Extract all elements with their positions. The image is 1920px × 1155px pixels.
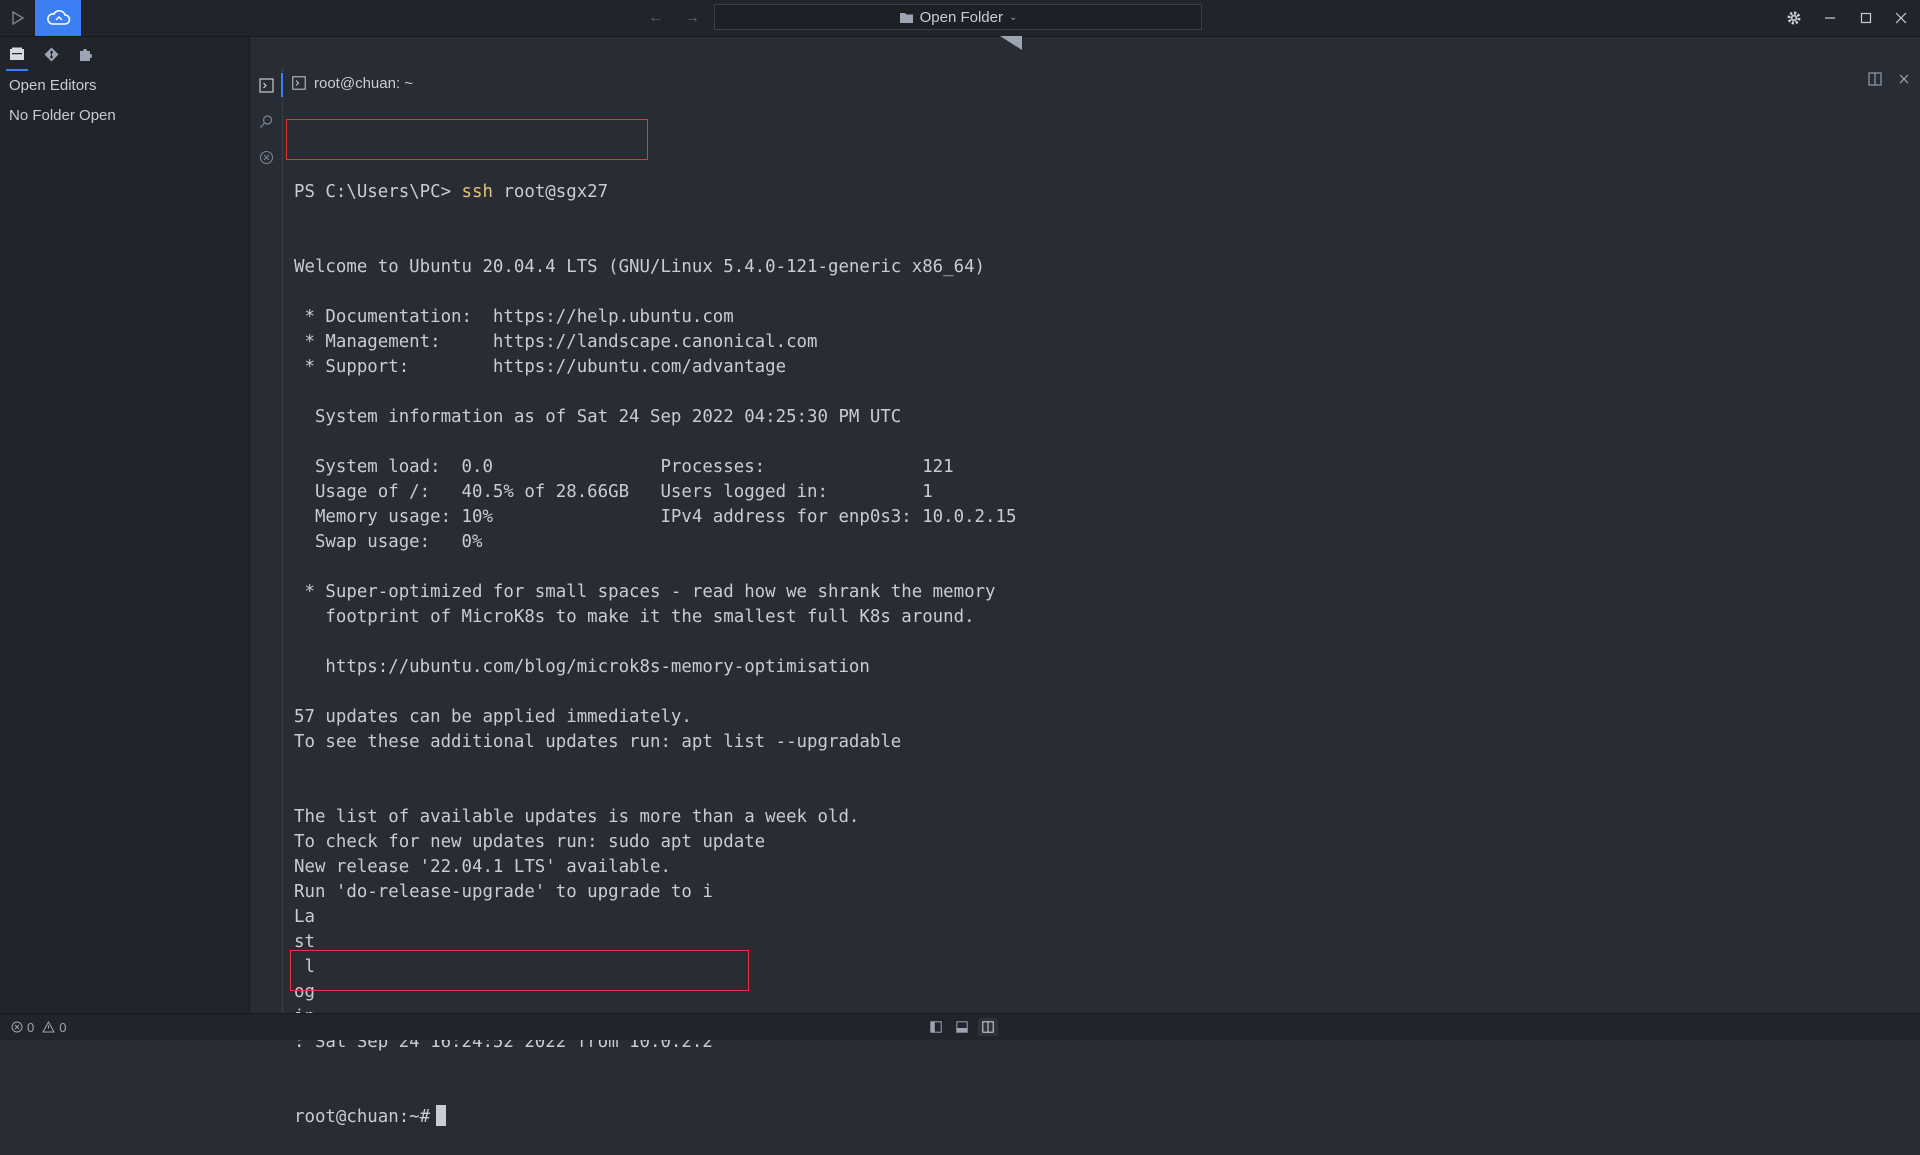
warning-count: 0: [59, 1019, 67, 1035]
sidebar-tabs: [0, 37, 249, 71]
terminal-line: The list of available updates is more th…: [294, 807, 860, 827]
run-button[interactable]: [0, 0, 35, 36]
minimize-button[interactable]: [1818, 6, 1842, 30]
toggle-panel-button[interactable]: [952, 1018, 972, 1036]
problems-indicator[interactable]: 0 0: [0, 1020, 66, 1035]
terminal-icon: [258, 77, 274, 93]
terminal-line: * Support: https://ubuntu.com/advantage: [294, 357, 787, 377]
minimize-icon: [1825, 17, 1835, 19]
tab-extensions[interactable]: [74, 43, 96, 65]
settings-button[interactable]: [1782, 6, 1806, 30]
sidebar-item-no-folder-open[interactable]: No Folder Open: [0, 101, 249, 131]
warning-icon: [42, 1021, 56, 1033]
close-icon: [1899, 74, 1909, 84]
terminal-lines: Welcome to Ubuntu 20.04.4 LTS (GNU/Linux…: [294, 255, 1894, 1055]
terminal-line: * Documentation: https://help.ubuntu.com: [294, 307, 734, 327]
strip-search-button[interactable]: [250, 103, 282, 139]
terminal-cursor: [436, 1105, 447, 1126]
ps-prompt: PS C:\Users\PC>: [294, 182, 462, 202]
terminal-line: 57 updates can be applied immediately.: [294, 707, 692, 727]
panel-strip: [250, 67, 283, 1013]
open-folder-label: Open Folder: [919, 8, 1003, 26]
close-terminal-button[interactable]: [1898, 72, 1910, 91]
gear-icon: [1787, 11, 1801, 25]
error-count: 0: [27, 1019, 35, 1035]
command-args: root@sgx27: [492, 182, 609, 202]
tab-files[interactable]: [6, 43, 28, 71]
terminal-tab-title: root@chuan: ~: [314, 74, 414, 92]
terminal-command-line: PS C:\Users\PC> ssh root@sgx27: [294, 180, 1894, 205]
terminal-line: Run 'do-release-upgrade' to upgrade to i: [294, 882, 713, 902]
layout-toggles: [926, 1018, 998, 1036]
command-program: ssh: [461, 182, 493, 202]
terminal-line: * Management: https://landscape.canonica…: [294, 332, 818, 352]
terminal-line: Welcome to Ubuntu 20.04.4 LTS (GNU/Linux…: [294, 257, 986, 277]
git-icon: [44, 47, 58, 61]
open-folder-button[interactable]: Open Folder ⌄: [714, 4, 1202, 30]
terminal-line: New release '22.04.1 LTS' available.: [294, 857, 671, 877]
split-icon: [1868, 72, 1882, 86]
sidebar-item-open-editors[interactable]: Open Editors: [0, 71, 249, 101]
cloud-button[interactable]: [35, 0, 81, 36]
highlight-box-root-prompt: [290, 950, 749, 991]
terminal-line: Usage of /: 40.5% of 28.66GB Users logge…: [294, 482, 933, 502]
terminal-line: Memory usage: 10% IPv4 address for enp0s…: [294, 507, 1017, 527]
panel-marker: [1000, 36, 1022, 50]
error-circle-icon: [259, 150, 273, 164]
panel-layout-icon: [956, 1021, 968, 1033]
maximize-button[interactable]: [1854, 6, 1878, 30]
sidebar: Open Editors No Folder Open: [0, 37, 250, 1013]
terminal-tab-icon: [292, 76, 306, 90]
terminal-line: System information as of Sat 24 Sep 2022…: [294, 407, 902, 427]
run-icon: [11, 10, 24, 26]
terminal-line: https://ubuntu.com/blog/microk8s-memory-…: [294, 657, 870, 677]
files-icon: [10, 47, 24, 60]
error-icon: [11, 1021, 23, 1033]
terminal-line: To check for new updates run: sudo apt u…: [294, 832, 766, 852]
tab-git[interactable]: [40, 43, 62, 65]
split-terminal-button[interactable]: [1868, 72, 1882, 91]
strip-terminal-button[interactable]: [250, 67, 283, 103]
extensions-icon: [79, 48, 92, 61]
title-bar: ← → Open Folder ⌄: [0, 0, 1920, 37]
terminal-tab-bar: root@chuan: ~: [283, 66, 1920, 100]
bash-prompt: root@chuan:~#: [294, 1107, 431, 1127]
toggle-sidebar-button[interactable]: [926, 1018, 946, 1036]
terminal-line: Swap usage: 0%: [294, 532, 483, 552]
folder-icon: [899, 12, 913, 23]
split-layout-icon: [982, 1021, 994, 1033]
toggle-split-button[interactable]: [978, 1018, 998, 1036]
arrow-left-icon: ←: [648, 9, 664, 26]
terminal-line: To see these additional updates run: apt…: [294, 732, 902, 752]
strip-problems-button[interactable]: [250, 139, 282, 175]
sidebar-layout-icon: [930, 1021, 942, 1033]
cloud-icon: [47, 10, 71, 25]
terminal-line: System load: 0.0 Processes: 121: [294, 457, 954, 477]
close-button[interactable]: [1889, 6, 1913, 30]
terminal-line: * Super-optimized for small spaces - rea…: [294, 582, 996, 602]
terminal-line: footprint of MicroK8s to make it the sma…: [294, 607, 975, 627]
terminal-line: La: [294, 907, 315, 927]
arrow-right-icon: →: [684, 9, 700, 26]
terminal-output[interactable]: PS C:\Users\PC> ssh root@sgx27 Welcome t…: [294, 130, 1894, 1127]
terminal-tab[interactable]: root@chuan: ~: [283, 75, 413, 92]
chevron-down-icon: ⌄: [1009, 11, 1018, 23]
close-icon: [1895, 12, 1907, 24]
status-bar: 0 0: [0, 1013, 1920, 1040]
highlight-box-ssh-command: [286, 119, 648, 160]
nav-back-button[interactable]: ←: [645, 8, 667, 28]
terminal-final-prompt: root@chuan:~#: [294, 1105, 1894, 1130]
terminal-actions: [1868, 72, 1910, 91]
search-icon: [259, 114, 272, 128]
nav-forward-button[interactable]: →: [681, 8, 703, 28]
maximize-icon: [1860, 12, 1872, 24]
